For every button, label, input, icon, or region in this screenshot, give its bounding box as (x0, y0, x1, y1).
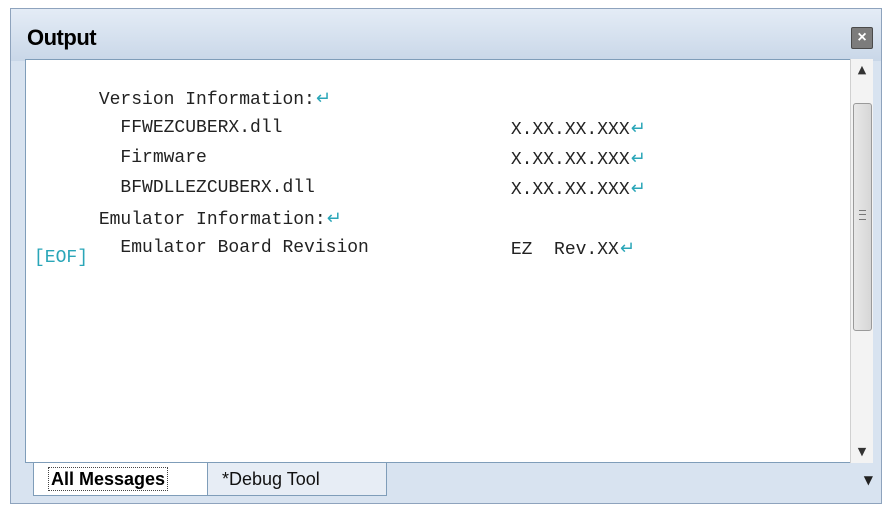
newline-icon: ↵ (630, 178, 646, 199)
scrollbar-thumb[interactable] (853, 103, 872, 331)
grip-icon (859, 210, 866, 220)
output-line-value: X.XX.XX.XXX↵ (446, 158, 646, 220)
close-icon[interactable]: × (851, 27, 873, 49)
scroll-up-icon[interactable]: ▲ (851, 59, 873, 81)
newline-icon: ↵ (315, 88, 331, 109)
output-panel: Output × Version Information:↵ FFWEZCUBE… (10, 8, 882, 504)
version-value: X.XX.XX.XXX (510, 180, 630, 200)
output-line-label: Emulator Board Revision (98, 238, 369, 258)
scroll-down-icon[interactable]: ▼ (851, 441, 873, 463)
revision-value: EZ Rev.XX (510, 240, 619, 260)
tab-all-messages[interactable]: All Messages (33, 463, 213, 496)
output-line-value: EZ Rev.XX↵ (446, 218, 635, 280)
panel-titlebar[interactable]: Output × (11, 9, 881, 61)
tab-label: All Messages (48, 467, 169, 491)
chevron-down-icon[interactable]: ▼ (864, 473, 873, 487)
newline-icon: ↵ (619, 238, 635, 259)
eof-marker: [EOF] (34, 248, 89, 268)
tab-bar: All Messages *Debug Tool ▼ (25, 463, 881, 499)
tab-debug-tool[interactable]: *Debug Tool (207, 463, 387, 496)
vertical-scrollbar[interactable]: ▲ ▼ (850, 59, 873, 463)
tab-label: *Debug Tool (222, 469, 320, 489)
output-text-area[interactable]: Version Information:↵ FFWEZCUBERX.dll X.… (25, 59, 859, 463)
panel-title: Output (27, 25, 97, 50)
